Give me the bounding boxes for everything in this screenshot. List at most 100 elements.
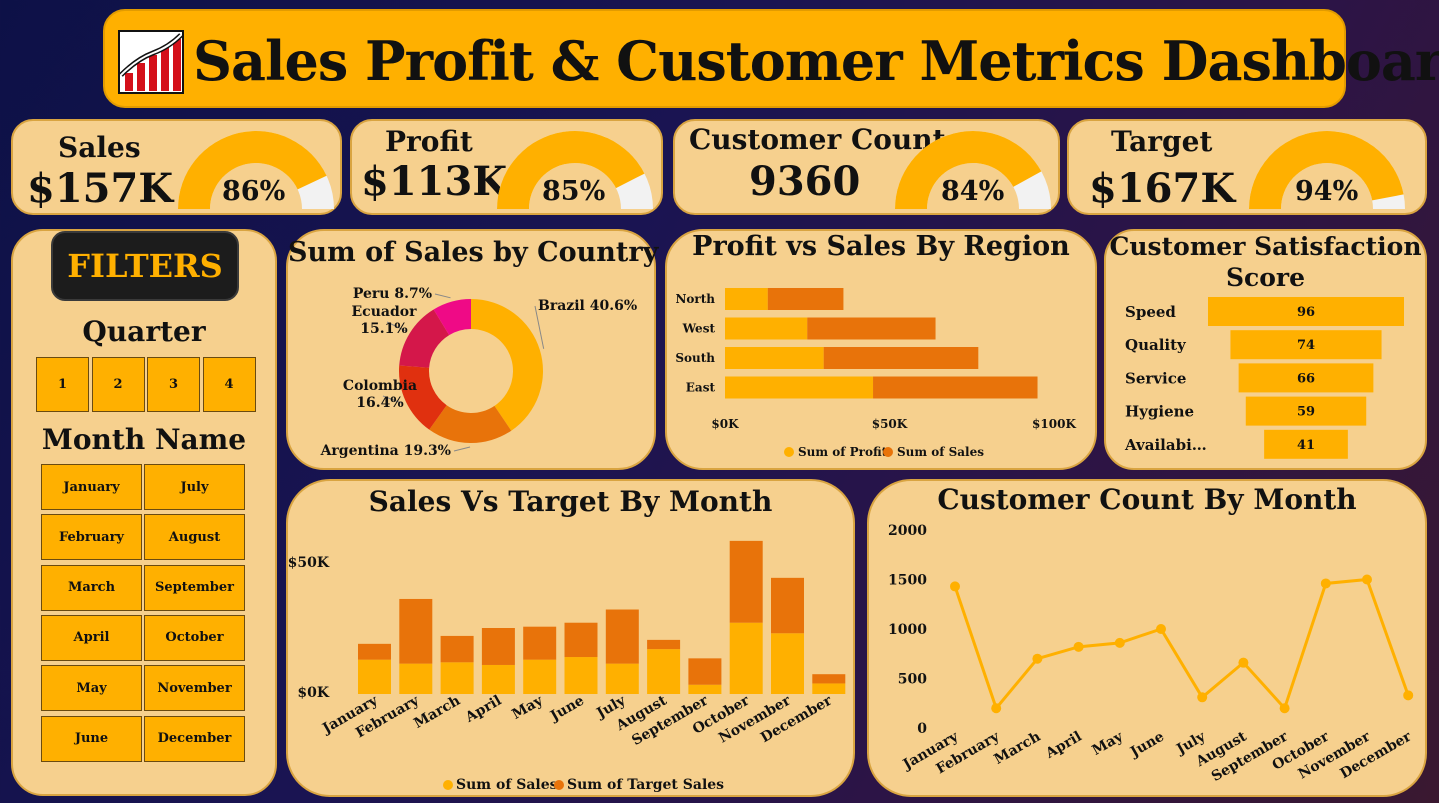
month-button-october[interactable]: October — [144, 614, 245, 661]
quarter-button-2[interactable]: 2 — [91, 357, 145, 412]
quarter-button-1[interactable]: 1 — [36, 357, 89, 412]
kpi-percent: 94% — [1295, 176, 1359, 207]
month-bar-sales — [523, 659, 557, 694]
month-bar-sales — [358, 659, 391, 694]
kpi-label: Profit — [385, 125, 473, 158]
region-label: West — [682, 322, 716, 336]
month-bar-target — [399, 598, 433, 664]
x-tick-label: May — [509, 692, 546, 723]
customer-count-line — [953, 577, 1410, 712]
profit-vs-sales-card: Profit vs Sales By Region North West South… — [665, 229, 1097, 470]
month-button-august[interactable]: August — [144, 514, 245, 561]
satisfaction-card: Customer Satisfaction Score Speed 96 Quali… — [1104, 229, 1427, 470]
customer-count-line-chart: 0500100015002000JanuaryFebruaryMarch Apri… — [888, 523, 1415, 785]
satisfaction-value: 59 — [1297, 405, 1315, 420]
donut-slice-brazil — [471, 299, 543, 431]
satisfaction-category: Availabi… — [1124, 436, 1207, 454]
kpi-card-sales: Sales $157K 86% — [11, 119, 342, 215]
month-bar-target — [564, 622, 598, 658]
month-button-november[interactable]: November — [144, 665, 245, 712]
satisfaction-category: Service — [1125, 369, 1186, 387]
quarter-title: Quarter — [82, 315, 206, 348]
month-bar-target — [440, 635, 474, 663]
kpi-label: Target — [1111, 125, 1213, 158]
legend-label: Sum of Sales — [897, 445, 984, 459]
x-tick-label: April — [462, 693, 504, 727]
data-point — [1032, 653, 1043, 664]
month-button-april[interactable]: April — [41, 614, 142, 661]
legend-label: Sum of Sales — [456, 777, 558, 793]
satisfaction-value: 41 — [1297, 438, 1315, 453]
y-tick-label: $50K — [288, 555, 330, 571]
y-tick-label: 2000 — [888, 523, 927, 539]
satisfaction-value: 74 — [1297, 338, 1315, 353]
data-point — [1197, 692, 1208, 703]
kpi-percent: 86% — [222, 176, 286, 207]
donut-leader — [434, 293, 451, 299]
month-button-may[interactable]: May — [41, 665, 142, 712]
region-label: North — [675, 292, 715, 306]
legend-marker — [443, 780, 453, 790]
kpi-value: $167K — [1089, 165, 1236, 212]
month-bar-sales — [771, 633, 804, 694]
kpi-value: 9360 — [749, 158, 861, 205]
region-bar-profit — [725, 376, 874, 399]
month-bar-target — [647, 639, 681, 650]
data-point — [1114, 637, 1125, 648]
satisfaction-funnel-chart: Speed 96 Quality 74 Service 66 Hygiene 59 Availa… — [1124, 297, 1404, 459]
month-bar-sales — [564, 657, 598, 694]
data-point — [1279, 703, 1290, 714]
month-bar-sales — [440, 662, 474, 694]
kpi-card-profit: Profit $113K 85% — [350, 119, 663, 215]
x-tick-label: April — [1042, 729, 1084, 763]
month-bar-target — [358, 643, 391, 660]
donut-label: Brazil 40.6% — [538, 298, 637, 314]
legend-marker — [784, 447, 794, 457]
month-bar-sales — [688, 684, 722, 694]
month-bar-sales — [729, 622, 763, 694]
donut-label: Ecuador — [352, 304, 418, 320]
legend-label: Sum of Target Sales — [567, 777, 724, 793]
data-point — [1156, 624, 1166, 634]
sales-vs-target-card: Sales Vs Target By Month $50K $0K January F… — [286, 479, 855, 797]
month-button-september[interactable]: September — [144, 564, 245, 611]
month-button-july[interactable]: July — [144, 464, 245, 510]
month-button-december[interactable]: December — [144, 715, 245, 762]
y-tick-label: 500 — [898, 672, 927, 688]
region-bar-sales — [873, 376, 1038, 399]
legend-marker — [883, 447, 893, 457]
month-bar-target — [605, 609, 639, 664]
month-bar-sales — [812, 683, 846, 694]
kpi-value: $113K — [361, 158, 508, 205]
region-bar-profit — [725, 288, 768, 310]
y-tick-label: 0 — [917, 721, 927, 737]
month-button-march[interactable]: March — [41, 564, 142, 611]
quarter-button-3[interactable]: 3 — [147, 357, 200, 412]
x-tick-label: $0K — [711, 417, 739, 431]
legend-label: Sum of Profit — [798, 445, 888, 459]
region-bar-sales — [767, 288, 844, 310]
kpi-label: Sales — [58, 131, 141, 164]
month-button-january[interactable]: January — [41, 464, 142, 510]
satisfaction-value: 66 — [1297, 371, 1315, 386]
month-bar-target — [481, 628, 515, 665]
filters-panel: FILTERS Quarter 1234 Month Name January F… — [11, 229, 277, 796]
region-bar-profit — [725, 317, 808, 340]
region-bar-sales — [823, 347, 979, 369]
donut-label: Argentina 19.3% — [320, 443, 451, 459]
donut-label: Colombia — [343, 378, 417, 394]
month-bar-sales — [647, 649, 681, 694]
month-bar-sales — [399, 663, 433, 694]
data-point — [991, 703, 1002, 714]
data-point — [1403, 690, 1414, 701]
x-tick-label: May — [1089, 728, 1126, 759]
region-label: South — [675, 351, 715, 365]
month-bar-target — [688, 658, 722, 685]
x-tick-label: March — [992, 729, 1044, 768]
region-label: East — [686, 381, 716, 395]
month-button-february[interactable]: February — [41, 514, 142, 561]
kpi-value: $157K — [27, 165, 174, 212]
region-bar-sales — [807, 317, 936, 340]
month-button-june[interactable]: June — [41, 715, 142, 762]
quarter-button-4[interactable]: 4 — [202, 357, 256, 412]
